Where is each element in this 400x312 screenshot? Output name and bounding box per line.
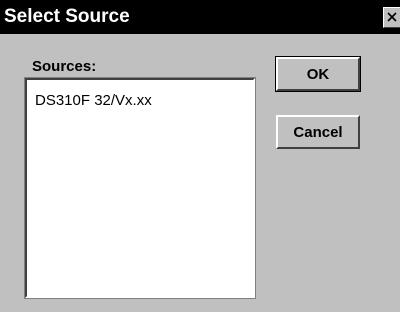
window-title: Select Source	[4, 6, 130, 27]
select-source-dialog: Select Source Sources: DS310F 32/Vx.xx O…	[0, 0, 400, 312]
title-bar[interactable]: Select Source	[0, 0, 400, 34]
close-button[interactable]	[383, 7, 400, 28]
sources-listbox[interactable]: DS310F 32/Vx.xx	[24, 77, 256, 299]
ok-button[interactable]: OK	[275, 56, 361, 92]
close-icon	[387, 12, 397, 22]
cancel-button[interactable]: Cancel	[276, 115, 360, 149]
sources-label: Sources:	[32, 58, 97, 75]
list-item[interactable]: DS310F 32/Vx.xx	[35, 92, 152, 109]
